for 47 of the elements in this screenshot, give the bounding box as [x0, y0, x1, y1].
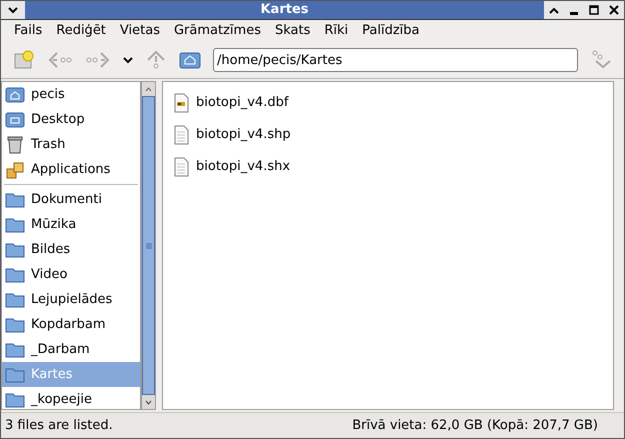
minimize-icon [570, 12, 578, 14]
sidebar-item[interactable]: Applications [2, 157, 140, 182]
home-folder-icon [5, 84, 25, 104]
file-item[interactable]: biotopi_v4.shp [173, 124, 291, 146]
caret-up-icon [549, 6, 559, 14]
grip-icon [146, 242, 152, 248]
sidebar-item[interactable]: pecis [2, 82, 140, 107]
maximize-icon [589, 5, 599, 15]
home-folder-icon[interactable] [179, 50, 201, 70]
sidebar-item[interactable]: Trash [2, 132, 140, 157]
trash-icon [5, 134, 25, 154]
file-item[interactable]: biotopi_v4.dbf [173, 92, 288, 114]
star-folder-icon[interactable] [13, 50, 35, 70]
document-icon [173, 124, 190, 146]
sidebar-item[interactable]: Lejupielādes [2, 287, 140, 312]
sidebar-item[interactable]: Desktop [2, 107, 140, 132]
close-icon [609, 5, 619, 15]
sidebar-item[interactable]: _Darbam [2, 337, 140, 362]
location-field[interactable]: /home/pecis/Kartes [213, 48, 578, 72]
menu-item[interactable]: Rīki [317, 21, 356, 41]
scrollbar-thumb[interactable] [142, 96, 155, 395]
window-menu-button[interactable] [1, 1, 25, 19]
sidebar-item[interactable]: Dokumenti [2, 187, 140, 212]
menu-item[interactable]: Rediģēt [49, 21, 113, 41]
menu-item[interactable]: Palīdzība [355, 21, 427, 41]
caret-icon [8, 6, 18, 14]
status-text: 3 files are listed. [5, 416, 113, 435]
sidebar-item[interactable]: _kopeejie [2, 387, 140, 409]
scroll-down-icon[interactable] [145, 400, 152, 404]
dropdown-icon[interactable] [123, 56, 133, 64]
boxes-icon [5, 160, 25, 180]
sidebar-item[interactable]: Video [2, 262, 140, 287]
scroll-up-icon[interactable] [145, 86, 152, 92]
menu-item[interactable]: Vietas [112, 21, 167, 41]
data-file-icon [173, 92, 190, 114]
document-icon [173, 156, 190, 178]
menu-item[interactable]: Grāmatzīmes [166, 21, 268, 41]
sidebar-item[interactable]: Mūzika [2, 212, 140, 237]
desktop-folder-icon [5, 110, 25, 130]
sidebar-item[interactable]: Bildes [2, 237, 140, 262]
file-item[interactable]: biotopi_v4.shx [173, 156, 290, 178]
disk-space-text: Brīvā vieta: 62,0 GB (Kopā: 207,7 GB) [352, 416, 599, 435]
sidebar-item[interactable]: Kopdarbam [2, 312, 140, 337]
window-title: Kartes [259, 1, 310, 20]
scrollbar[interactable] [141, 81, 156, 410]
menu-item[interactable]: Skats [268, 21, 318, 41]
menu-item[interactable]: Fails [7, 21, 50, 41]
